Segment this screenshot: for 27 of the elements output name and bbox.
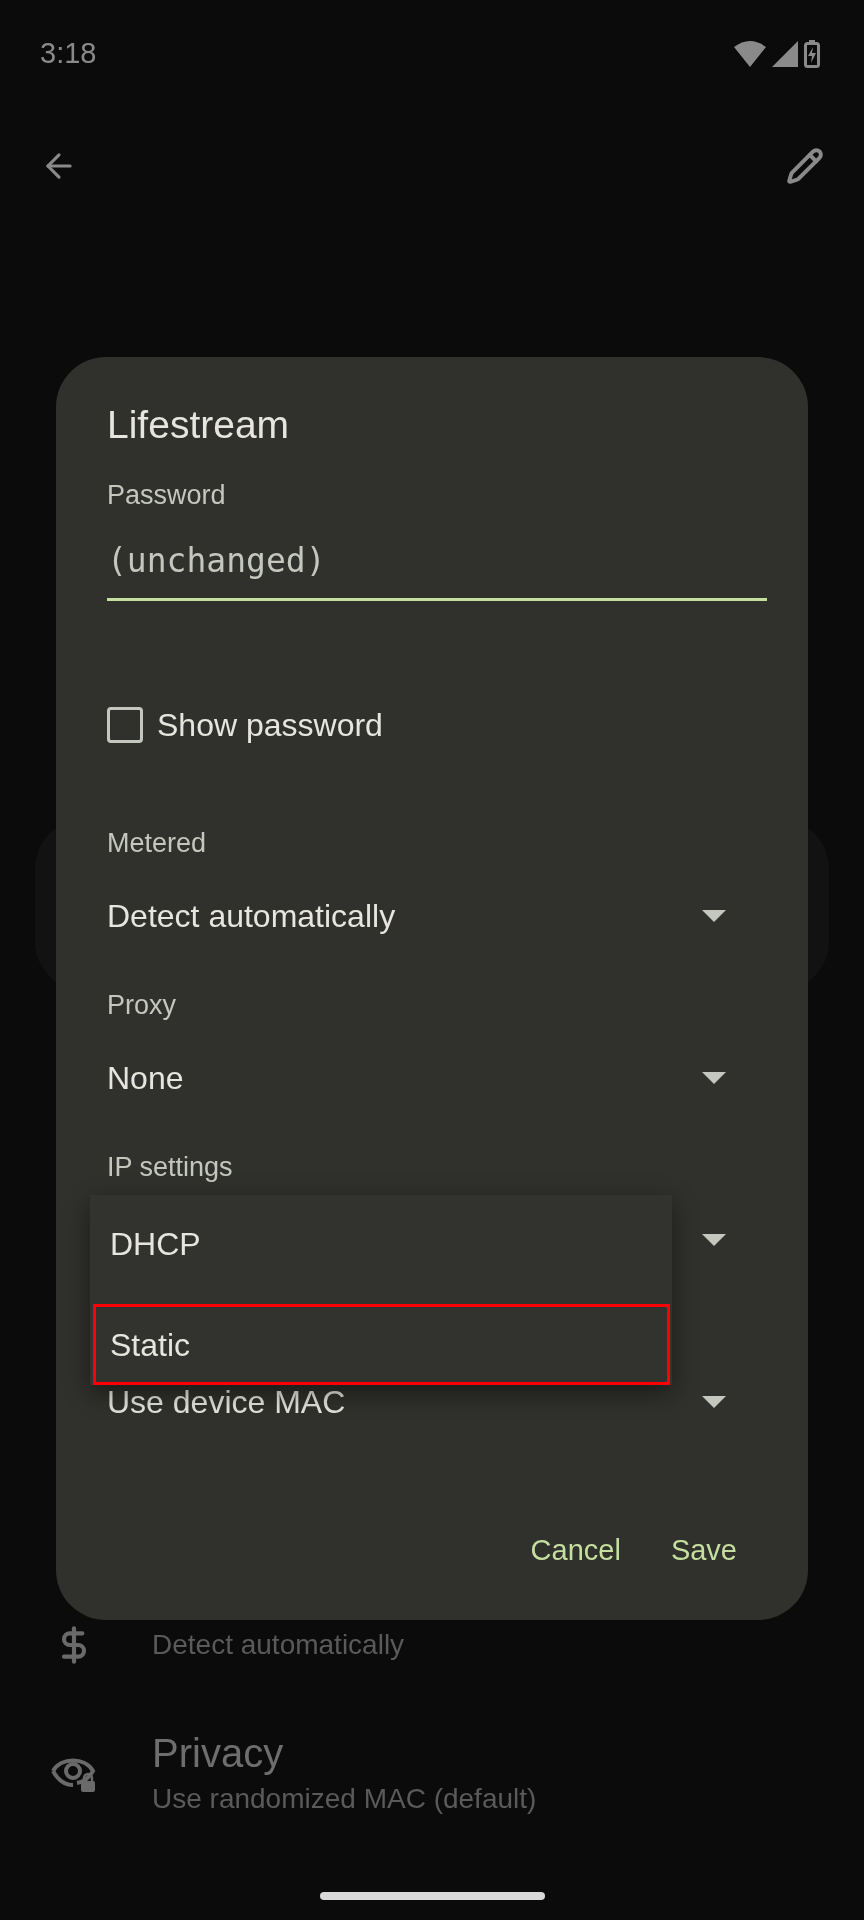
setting-subtitle: Use randomized MAC (default) — [152, 1782, 537, 1816]
signal-icon — [772, 41, 798, 67]
dropdown-value[interactable]: Detect automatically — [107, 898, 396, 934]
battery-charging-icon — [804, 40, 820, 68]
edit-icon[interactable] — [786, 147, 824, 185]
setting-subtitle: Detect automatically — [152, 1628, 405, 1662]
checkbox[interactable] — [107, 707, 143, 743]
dropdown-caret-icon — [702, 1396, 726, 1408]
dialog-button[interactable]: Save — [658, 1523, 749, 1579]
field-label: Metered — [107, 826, 207, 860]
dropdown-caret-icon — [702, 1072, 726, 1084]
dropdown-caret-icon — [702, 910, 726, 922]
dialog-title: Lifestream — [107, 401, 290, 448]
status-time: 3:18 — [40, 36, 97, 72]
checkbox-label: Show password — [157, 706, 383, 745]
field-label: Proxy — [107, 988, 177, 1022]
field-label: Password — [107, 478, 226, 512]
dropdown-value[interactable]: None — [107, 1060, 184, 1096]
field-label: IP settings — [107, 1150, 233, 1184]
menu-option[interactable]: DHCP — [93, 1203, 670, 1284]
wifi-icon — [734, 41, 766, 67]
dropdown-value[interactable]: Use device MAC — [107, 1384, 346, 1420]
menu-option[interactable]: Static — [93, 1304, 670, 1385]
dropdown-caret-icon — [702, 1234, 726, 1246]
dialog-button[interactable]: Cancel — [518, 1523, 633, 1579]
setting-title: Privacy — [152, 1730, 285, 1777]
password-field[interactable]: (unchanged) — [107, 523, 767, 601]
